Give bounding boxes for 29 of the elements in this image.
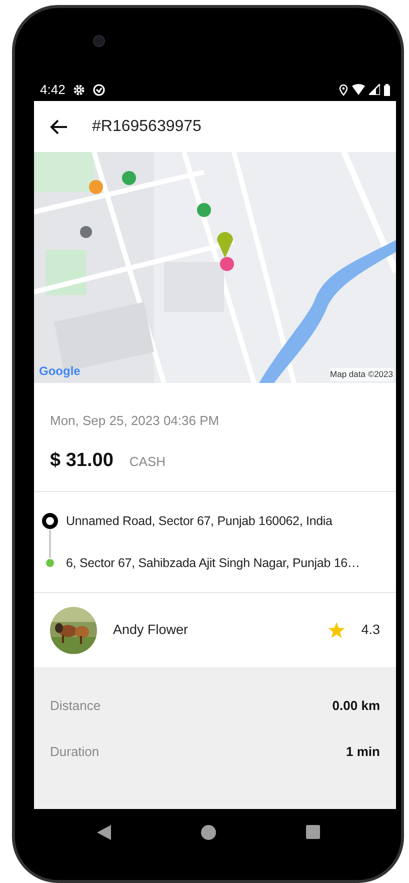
wifi-icon [352, 84, 365, 95]
pickup-marker-icon [42, 513, 58, 529]
battery-icon [384, 84, 390, 96]
back-icon[interactable] [96, 824, 110, 840]
trip-date: Mon, Sep 25, 2023 04:36 PM [50, 412, 220, 430]
payment-method: CASH [129, 452, 166, 470]
stat-value: 1 min [346, 743, 380, 762]
back-arrow-icon[interactable] [50, 118, 68, 134]
star-icon [328, 622, 346, 638]
stat-value: 0.00 km [332, 697, 380, 716]
address-text: Unnamed Road, Sector 67, Punjab 160062, India [66, 512, 332, 530]
status-time: 4:42 [40, 80, 66, 99]
fare-amount: $ 31.00 [50, 448, 114, 472]
driver-name: Andy Flower [113, 620, 190, 639]
driver-rating: 4.3 [361, 620, 380, 639]
dropoff-marker-icon [46, 559, 54, 567]
address-text: 6, Sector 67, Sahibzada Ajit Singh Nagar, Punjab 16… [66, 554, 360, 572]
recents-icon[interactable] [306, 825, 320, 839]
camera-lens [93, 35, 105, 47]
gear-icon [73, 84, 86, 96]
stat-label: Duration [50, 743, 100, 762]
stat-label: Distance [50, 697, 101, 716]
order-number-title: #R1695639975 [92, 116, 202, 136]
home-icon[interactable] [200, 824, 216, 840]
location-icon [339, 84, 348, 96]
signal-icon [369, 84, 380, 95]
map-logo: Google [39, 363, 80, 380]
map-attribution: Map data ©2023 [330, 368, 393, 381]
sync-icon [93, 84, 106, 96]
